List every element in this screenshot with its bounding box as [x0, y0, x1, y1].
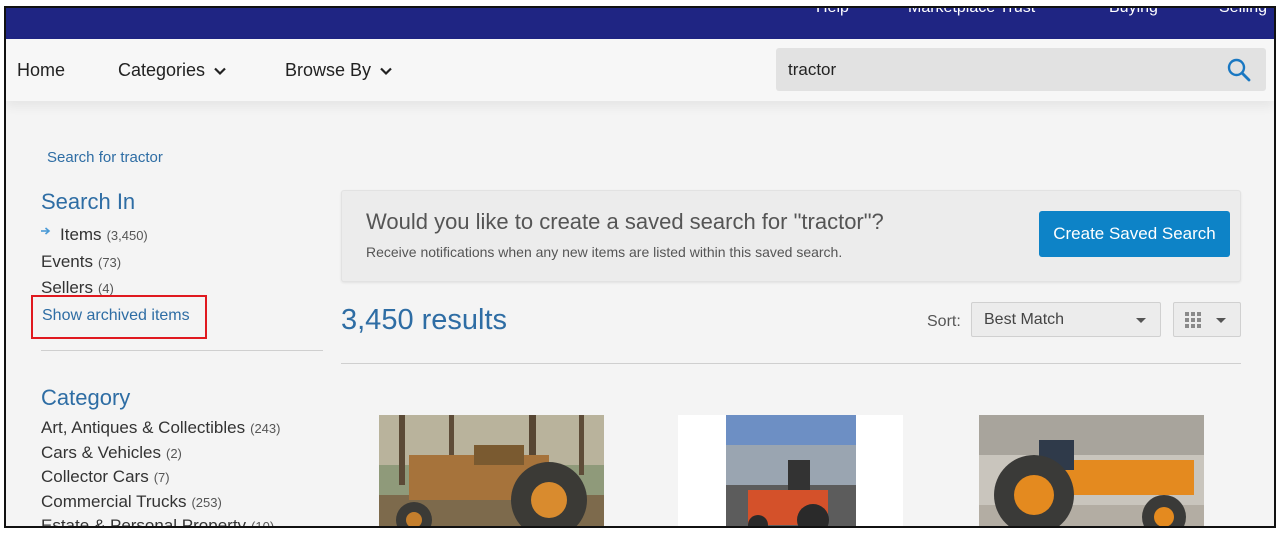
category-count: (243)	[250, 421, 281, 436]
results-count: 3,450 results	[341, 304, 508, 336]
breadcrumb[interactable]: Search for tractor	[47, 149, 163, 166]
sidebar-divider	[41, 350, 323, 351]
chevron-down-icon	[380, 67, 392, 75]
product-tile[interactable]	[678, 415, 903, 526]
search-in-title: Search In	[41, 189, 136, 214]
page-frame: Help Marketplace Trust Buying Selling Ho…	[4, 6, 1276, 528]
nav-browse-by[interactable]: Browse By	[285, 60, 393, 81]
archived-highlight-box: Show archived items	[31, 295, 207, 339]
nav-categories-label: Categories	[118, 60, 206, 80]
search-in-events-label: Events	[41, 252, 93, 271]
nav-home-label: Home	[17, 60, 66, 80]
search-in-sellers-count: (4)	[97, 281, 114, 296]
show-archived-link[interactable]: Show archived items	[42, 307, 190, 325]
create-saved-search-button[interactable]: Create Saved Search	[1039, 211, 1230, 257]
category-item[interactable]: Art, Antiques & Collectibles (243)	[41, 418, 280, 438]
nav-browse-by-label: Browse By	[285, 60, 372, 80]
product-tile[interactable]	[979, 415, 1204, 526]
caret-down-icon	[1136, 318, 1146, 323]
search-in-events[interactable]: Events (73)	[41, 252, 121, 272]
product-image	[979, 415, 1204, 526]
saved-search-question: Would you like to create a saved search …	[366, 209, 884, 234]
search-bar	[776, 48, 1266, 91]
search-in-items-count: (3,450)	[106, 228, 148, 243]
main-nav: Home Categories Browse By	[6, 39, 1274, 101]
view-mode-select[interactable]	[1173, 302, 1241, 337]
chevron-down-icon	[214, 67, 226, 75]
nav-categories[interactable]: Categories	[118, 60, 227, 81]
category-label: Cars & Vehicles	[41, 443, 161, 462]
caret-down-icon	[1216, 318, 1226, 323]
category-count: (7)	[153, 470, 170, 485]
saved-search-panel: Would you like to create a saved search …	[341, 190, 1241, 282]
top-link-help[interactable]: Help	[816, 8, 849, 17]
category-label: Art, Antiques & Collectibles	[41, 418, 246, 437]
top-link-buying[interactable]: Buying	[1109, 8, 1158, 17]
top-link-marketplace-trust[interactable]: Marketplace Trust	[908, 8, 1035, 17]
category-label: Commercial Trucks	[41, 492, 187, 511]
sort-select[interactable]: Best Match	[971, 302, 1161, 337]
search-in-items-label: Items	[60, 225, 102, 244]
search-icon[interactable]	[1226, 57, 1252, 83]
category-label: Collector Cars	[41, 467, 149, 486]
category-item[interactable]: Estate & Personal Property (10)	[41, 516, 275, 528]
product-image	[379, 415, 604, 526]
saved-search-subtext: Receive notifications when any new items…	[366, 244, 843, 260]
sort-label: Sort:	[927, 313, 961, 330]
category-item[interactable]: Commercial Trucks (253)	[41, 492, 222, 512]
search-input[interactable]	[788, 48, 1208, 91]
nav-home[interactable]: Home	[17, 60, 65, 81]
category-count: (2)	[166, 446, 182, 461]
top-bar: Help Marketplace Trust Buying Selling	[6, 8, 1274, 39]
category-title: Category	[41, 385, 131, 410]
category-item[interactable]: Collector Cars (7)	[41, 467, 170, 487]
category-item[interactable]: Cars & Vehicles (2)	[41, 443, 182, 463]
sort-select-value: Best Match	[984, 311, 1065, 328]
product-image	[678, 415, 903, 526]
results-divider	[341, 363, 1241, 364]
top-link-selling[interactable]: Selling	[1219, 8, 1267, 17]
search-in-items[interactable]: Items (3,450)	[60, 225, 148, 245]
search-in-events-count: (73)	[97, 255, 122, 270]
product-tile[interactable]	[379, 415, 604, 526]
category-count: (253)	[191, 495, 222, 510]
category-label: Estate & Personal Property	[41, 516, 247, 528]
arrow-right-icon	[41, 227, 51, 235]
grid-view-icon	[1185, 312, 1201, 328]
category-count: (10)	[251, 519, 275, 528]
